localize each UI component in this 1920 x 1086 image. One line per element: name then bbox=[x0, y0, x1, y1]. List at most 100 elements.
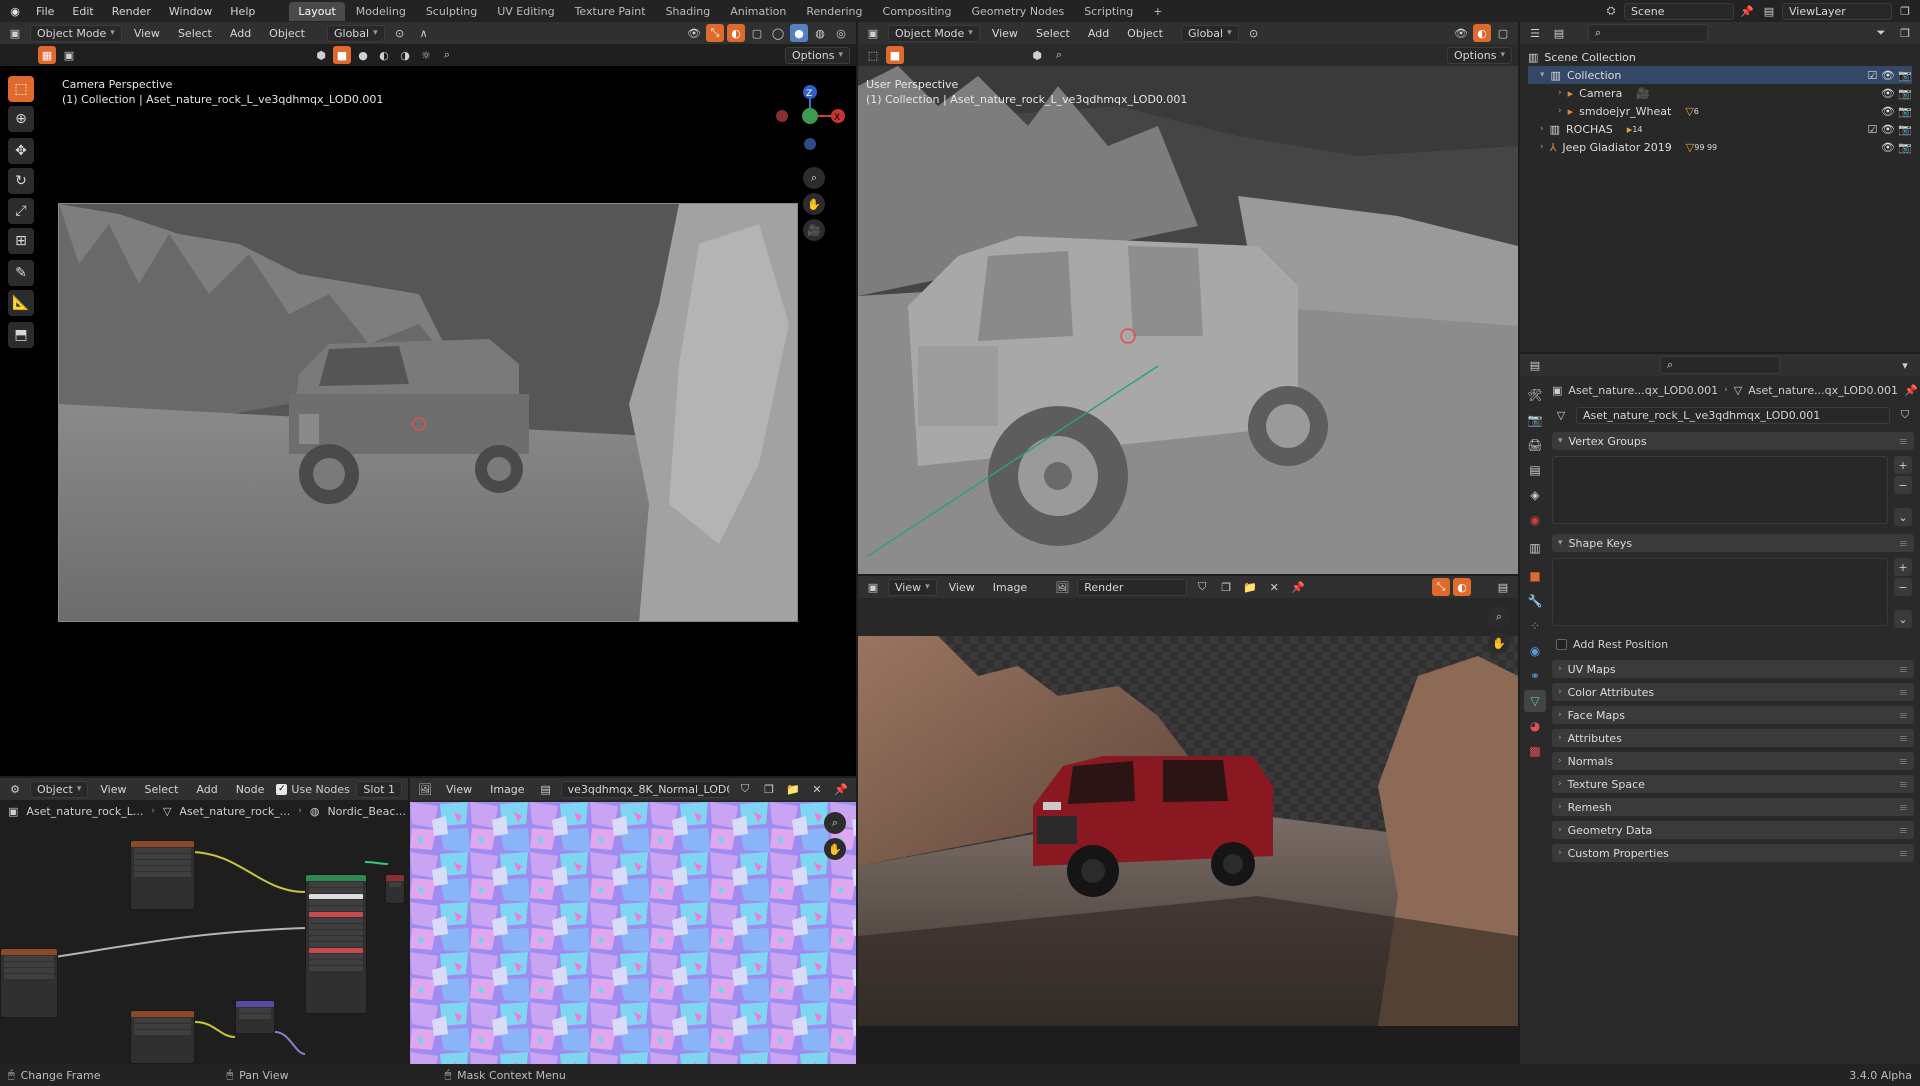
pan-hand-icon[interactable]: ✋ bbox=[824, 838, 846, 860]
modifier-tab-icon[interactable]: 🔧 bbox=[1524, 590, 1546, 612]
panel-remesh[interactable]: › Remesh ≡ bbox=[1552, 798, 1914, 816]
display-channels-icon[interactable]: ▤ bbox=[1494, 578, 1512, 596]
tab-animation[interactable]: Animation bbox=[721, 2, 795, 21]
breadcrumb-mesh[interactable]: Aset_nature...qx_LOD0.001 bbox=[1748, 384, 1898, 397]
snap-icon[interactable]: ⊙ bbox=[391, 24, 409, 42]
select-box-icon[interactable]: ▦ bbox=[38, 46, 56, 64]
shading-render-icon[interactable]: ◎ bbox=[832, 24, 850, 42]
tab-texture-paint[interactable]: Texture Paint bbox=[566, 2, 655, 21]
view-layer-icon[interactable]: ▤ bbox=[1760, 2, 1778, 20]
select-tool-icon[interactable]: ⬚ bbox=[8, 76, 34, 102]
mesh-data-tab-icon[interactable]: ▽ bbox=[1524, 690, 1546, 712]
breadcrumb-object[interactable]: Aset_nature...qx_LOD0.001 bbox=[1568, 384, 1718, 397]
options-icon[interactable]: ▾ bbox=[1896, 356, 1914, 374]
menu-edit[interactable]: Edit bbox=[66, 3, 99, 20]
image-browse-icon[interactable]: ▤ bbox=[537, 780, 555, 798]
menu-file[interactable]: File bbox=[30, 3, 60, 20]
pan-hand-icon[interactable]: ✋ bbox=[803, 193, 825, 215]
menu-window[interactable]: Window bbox=[163, 3, 218, 20]
pin-icon[interactable]: 📌 bbox=[1904, 384, 1918, 397]
cursor-tool-icon[interactable]: ⊕ bbox=[8, 106, 34, 132]
search-input[interactable]: ⌕ bbox=[1660, 356, 1780, 374]
xray-icon[interactable]: ▢ bbox=[748, 24, 766, 42]
scene-dropdown[interactable]: Scene bbox=[1624, 2, 1734, 20]
folder-icon[interactable]: 📁 bbox=[784, 780, 802, 798]
options-dropdown[interactable]: Options ▾ bbox=[785, 46, 850, 64]
mode-dropdown[interactable]: Object Mode ▾ bbox=[888, 24, 980, 42]
menu-image[interactable]: Image bbox=[987, 579, 1033, 596]
object-icon[interactable]: ▣ bbox=[60, 46, 78, 64]
image-texture-node-2[interactable] bbox=[0, 948, 58, 1018]
search-icon[interactable]: ⌕ bbox=[438, 46, 456, 64]
tab-shading[interactable]: Shading bbox=[657, 2, 720, 21]
particles-tab-icon[interactable]: ⁘ bbox=[1524, 615, 1546, 637]
tab-modeling[interactable]: Modeling bbox=[347, 2, 415, 21]
chevron-down-icon[interactable]: ⌄ bbox=[1894, 508, 1912, 526]
material-icon[interactable]: ◐ bbox=[375, 46, 393, 64]
menu-view[interactable]: View bbox=[943, 579, 981, 596]
outliner-row-rochas[interactable]: › ▥ ROCHAS ▸ 14 ☑ 👁 📷 bbox=[1528, 120, 1912, 138]
shape-keys-list[interactable] bbox=[1552, 558, 1888, 626]
image-texture-node-3[interactable] bbox=[130, 1010, 195, 1064]
tab-layout[interactable]: Layout bbox=[289, 1, 345, 21]
light-icon[interactable]: ☼ bbox=[417, 46, 435, 64]
breadcrumb-object[interactable]: Aset_nature_rock_L... bbox=[26, 805, 143, 818]
normal-map-node[interactable] bbox=[235, 1000, 275, 1034]
overlay-icon[interactable]: ◐ bbox=[1473, 24, 1491, 42]
render-tab-icon[interactable]: 📷 bbox=[1524, 409, 1546, 431]
copy-icon[interactable]: ❐ bbox=[1217, 578, 1235, 596]
menu-view[interactable]: View bbox=[986, 25, 1024, 42]
panel-texture-space[interactable]: › Texture Space ≡ bbox=[1552, 775, 1914, 793]
material-output-node[interactable] bbox=[385, 874, 405, 904]
principled-bsdf-node[interactable] bbox=[305, 874, 367, 1014]
panel-shape-keys[interactable]: ▾ Shape Keys ≡ bbox=[1552, 534, 1914, 552]
output-tab-icon[interactable]: 🖨 bbox=[1524, 434, 1546, 456]
zoom-icon[interactable]: ⌕ bbox=[1488, 606, 1510, 628]
close-icon[interactable]: ✕ bbox=[1265, 578, 1283, 596]
add-cube-tool-icon[interactable]: ⬒ bbox=[8, 322, 34, 348]
vertex-groups-list[interactable] bbox=[1552, 456, 1888, 524]
scene-icon[interactable]: ⛭ bbox=[1602, 2, 1620, 20]
pan-hand-icon[interactable]: ✋ bbox=[1488, 632, 1510, 654]
proportional-icon[interactable]: ∧ bbox=[415, 24, 433, 42]
display-mode-icon[interactable]: ▤ bbox=[1550, 24, 1568, 42]
new-collection-icon[interactable]: ❐ bbox=[1896, 24, 1914, 42]
drag-handle-icon[interactable]: ≡ bbox=[1899, 435, 1908, 448]
outliner-row-wheat[interactable]: › ▸ smdoejyr_Wheat ▽ 6 👁 📷 bbox=[1528, 102, 1912, 120]
panel-normals[interactable]: › Normals ≡ bbox=[1552, 752, 1914, 770]
image-name-field[interactable]: Render bbox=[1077, 578, 1188, 596]
panel-custom-properties[interactable]: › Custom Properties ≡ bbox=[1552, 844, 1914, 862]
scene-tab-icon[interactable]: ◈ bbox=[1524, 484, 1546, 506]
add-workspace-button[interactable]: + bbox=[1144, 2, 1171, 21]
drag-handle-icon[interactable]: ≡ bbox=[1899, 732, 1908, 745]
close-icon[interactable]: ✕ bbox=[808, 780, 826, 798]
object-tab-icon[interactable]: ■ bbox=[1524, 565, 1546, 587]
remove-icon[interactable]: − bbox=[1894, 476, 1912, 494]
gizmo-icon[interactable]: ⤡ bbox=[706, 24, 724, 42]
filter-icon[interactable]: ⏷ bbox=[1872, 24, 1890, 42]
material-tab-icon[interactable]: ◕ bbox=[1524, 715, 1546, 737]
drag-handle-icon[interactable]: ≡ bbox=[1899, 824, 1908, 837]
outliner-row-camera[interactable]: › ▸ Camera 🎥 👁 📷 bbox=[1528, 84, 1912, 102]
select-box-icon[interactable]: ⬚ bbox=[864, 46, 882, 64]
image-browse-icon[interactable]: 🖼 bbox=[1053, 578, 1071, 596]
menu-select[interactable]: Select bbox=[172, 25, 218, 42]
panel-vertex-groups[interactable]: ▾ Vertex Groups ≡ bbox=[1552, 432, 1914, 450]
menu-object[interactable]: Object bbox=[263, 25, 311, 42]
tool-tab-icon[interactable]: 🛠 bbox=[1524, 384, 1546, 406]
menu-select[interactable]: Select bbox=[1030, 25, 1076, 42]
panel-attributes[interactable]: › Attributes ≡ bbox=[1552, 729, 1914, 747]
editor-type-icon[interactable]: ▣ bbox=[6, 24, 24, 42]
mesh-browse-icon[interactable]: ▽ bbox=[1552, 406, 1570, 424]
menu-view[interactable]: View bbox=[94, 781, 132, 798]
menu-add[interactable]: Add bbox=[224, 25, 257, 42]
editor-type-icon[interactable]: ▣ bbox=[864, 24, 882, 42]
outliner-row-collection[interactable]: ▾ ▥ Collection ☑ 👁 📷 bbox=[1528, 66, 1912, 84]
pin-icon[interactable]: 📌 bbox=[1289, 578, 1307, 596]
editor-type-icon[interactable]: ▣ bbox=[864, 578, 882, 596]
drag-handle-icon[interactable]: ≡ bbox=[1899, 686, 1908, 699]
measure-tool-icon[interactable]: 📐 bbox=[8, 290, 34, 316]
add-icon[interactable]: + bbox=[1894, 456, 1912, 474]
shading-material-icon[interactable]: ◍ bbox=[811, 24, 829, 42]
tab-sculpting[interactable]: Sculpting bbox=[417, 2, 486, 21]
